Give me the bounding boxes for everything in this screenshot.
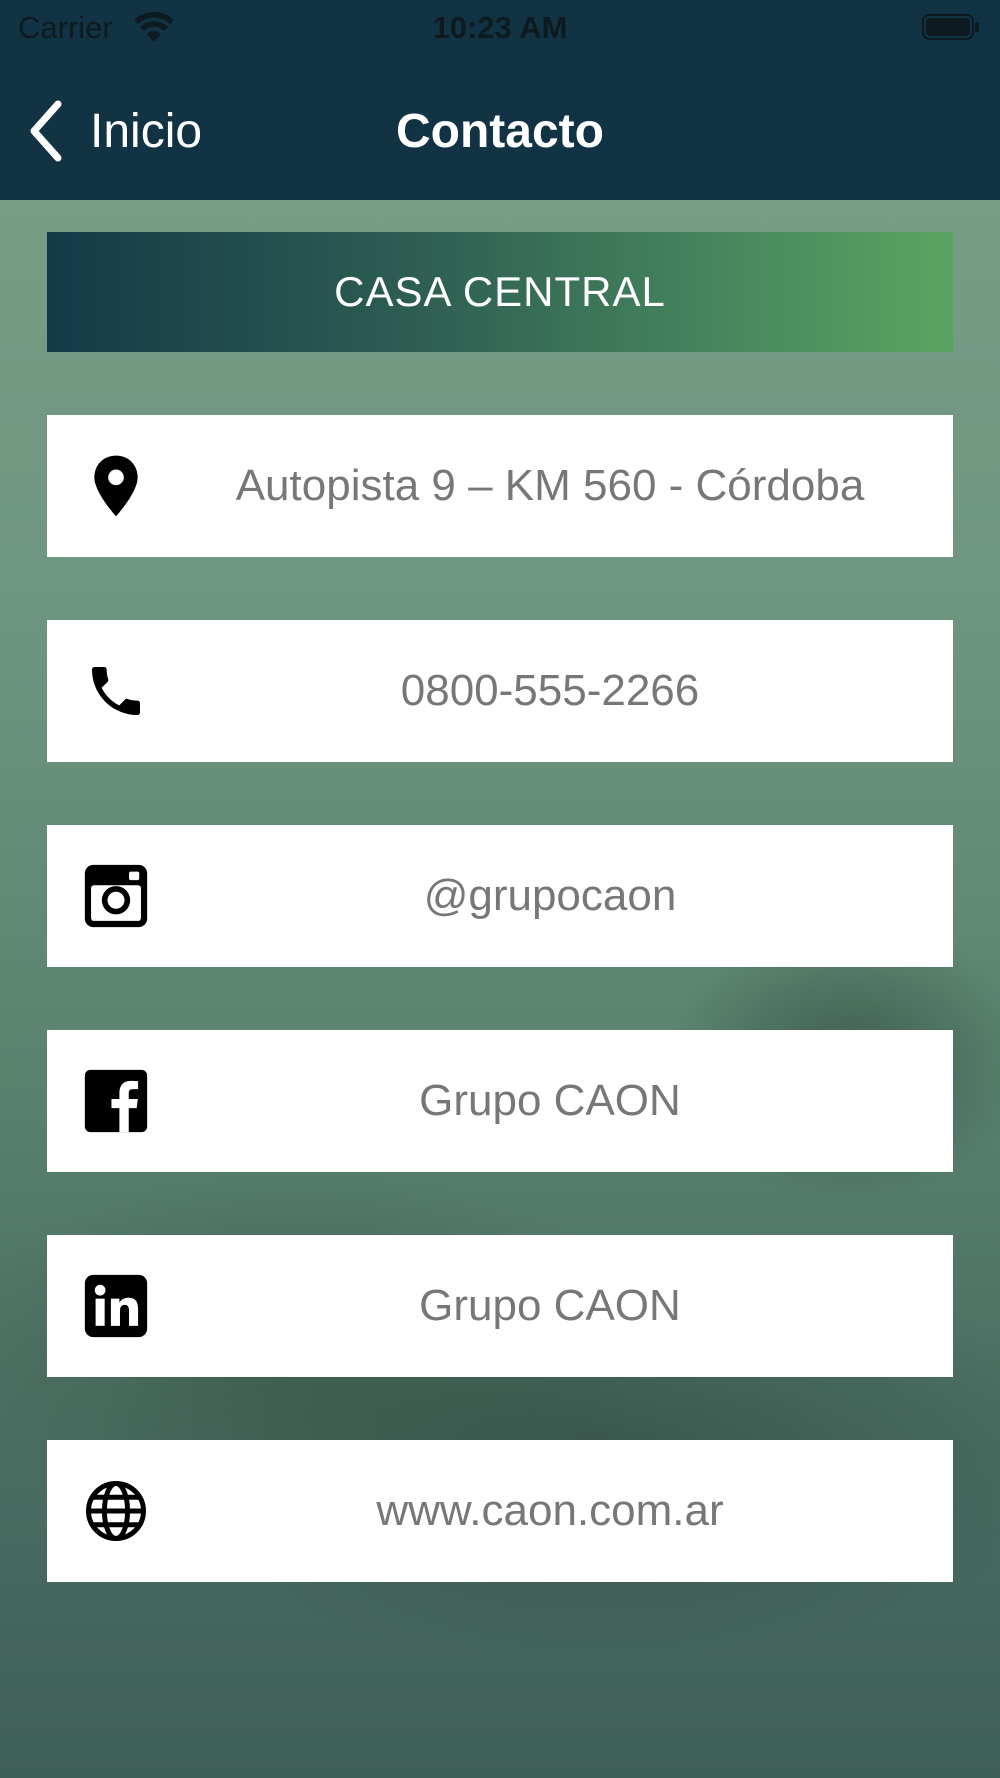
navigation-bar: Inicio Contacto: [0, 56, 1000, 200]
contact-phone[interactable]: 0800-555-2266: [47, 620, 953, 762]
linkedin-icon: [81, 1271, 151, 1341]
contact-linkedin-text: Grupo CAON: [419, 1281, 681, 1330]
contact-website-text: www.caon.com.ar: [376, 1486, 724, 1535]
location-pin-icon: [81, 451, 151, 521]
contact-linkedin[interactable]: Grupo CAON: [47, 1235, 953, 1377]
instagram-icon: [81, 861, 151, 931]
contact-phone-text: 0800-555-2266: [400, 666, 700, 715]
status-bar: Carrier 10:23 AM: [0, 0, 1000, 56]
contact-address[interactable]: Autopista 9 – KM 560 - Córdoba: [47, 415, 953, 557]
contact-instagram[interactable]: @grupocaon: [47, 825, 953, 967]
clock: 10:23 AM: [432, 10, 568, 45]
battery-icon: [922, 14, 979, 40]
contact-facebook-text: Grupo CAON: [419, 1076, 681, 1125]
contact-address-text: Autopista 9 – KM 560 - Córdoba: [235, 461, 865, 510]
contact-facebook[interactable]: Grupo CAON: [47, 1030, 953, 1172]
globe-icon: [81, 1476, 151, 1546]
facebook-icon: [81, 1066, 151, 1136]
contact-instagram-text: @grupocaon: [423, 871, 677, 920]
section-header: CASA CENTRAL: [47, 232, 953, 352]
phone-icon: [81, 656, 151, 726]
contact-website[interactable]: www.caon.com.ar: [47, 1440, 953, 1582]
page-title: Contacto: [396, 105, 604, 158]
